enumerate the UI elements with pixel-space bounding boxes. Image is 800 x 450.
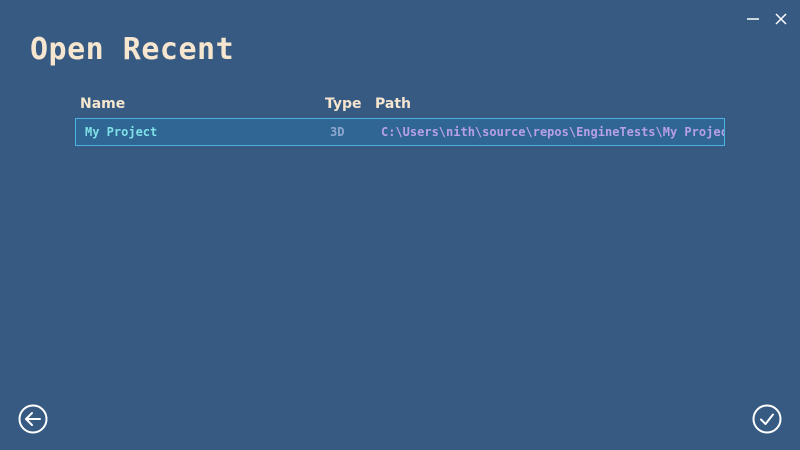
window-controls [743, 9, 791, 29]
close-button[interactable] [771, 9, 791, 29]
recent-projects-table: Name Type Path My Project 3D C:\Users\ni… [75, 94, 725, 146]
table-header: Name Type Path [75, 94, 725, 114]
project-name: My Project [85, 125, 158, 139]
project-type: 3D [330, 125, 345, 139]
page-title: Open Recent [30, 32, 235, 67]
back-button[interactable] [18, 404, 48, 434]
confirm-button[interactable] [752, 404, 782, 434]
check-circle-icon [752, 404, 782, 434]
minimize-icon [747, 18, 759, 20]
minimize-button[interactable] [743, 9, 763, 29]
arrow-left-circle-icon [18, 404, 48, 434]
open-recent-window: Open Recent Name Type Path My Project 3D… [0, 0, 800, 450]
header-name: Name [80, 96, 126, 112]
close-icon [775, 13, 787, 25]
table-row[interactable]: My Project 3D C:\Users\nith\source\repos… [75, 118, 725, 146]
header-path: Path [375, 96, 411, 112]
header-type: Type [325, 96, 362, 112]
project-path: C:\Users\nith\source\repos\EngineTests\M… [381, 125, 724, 139]
